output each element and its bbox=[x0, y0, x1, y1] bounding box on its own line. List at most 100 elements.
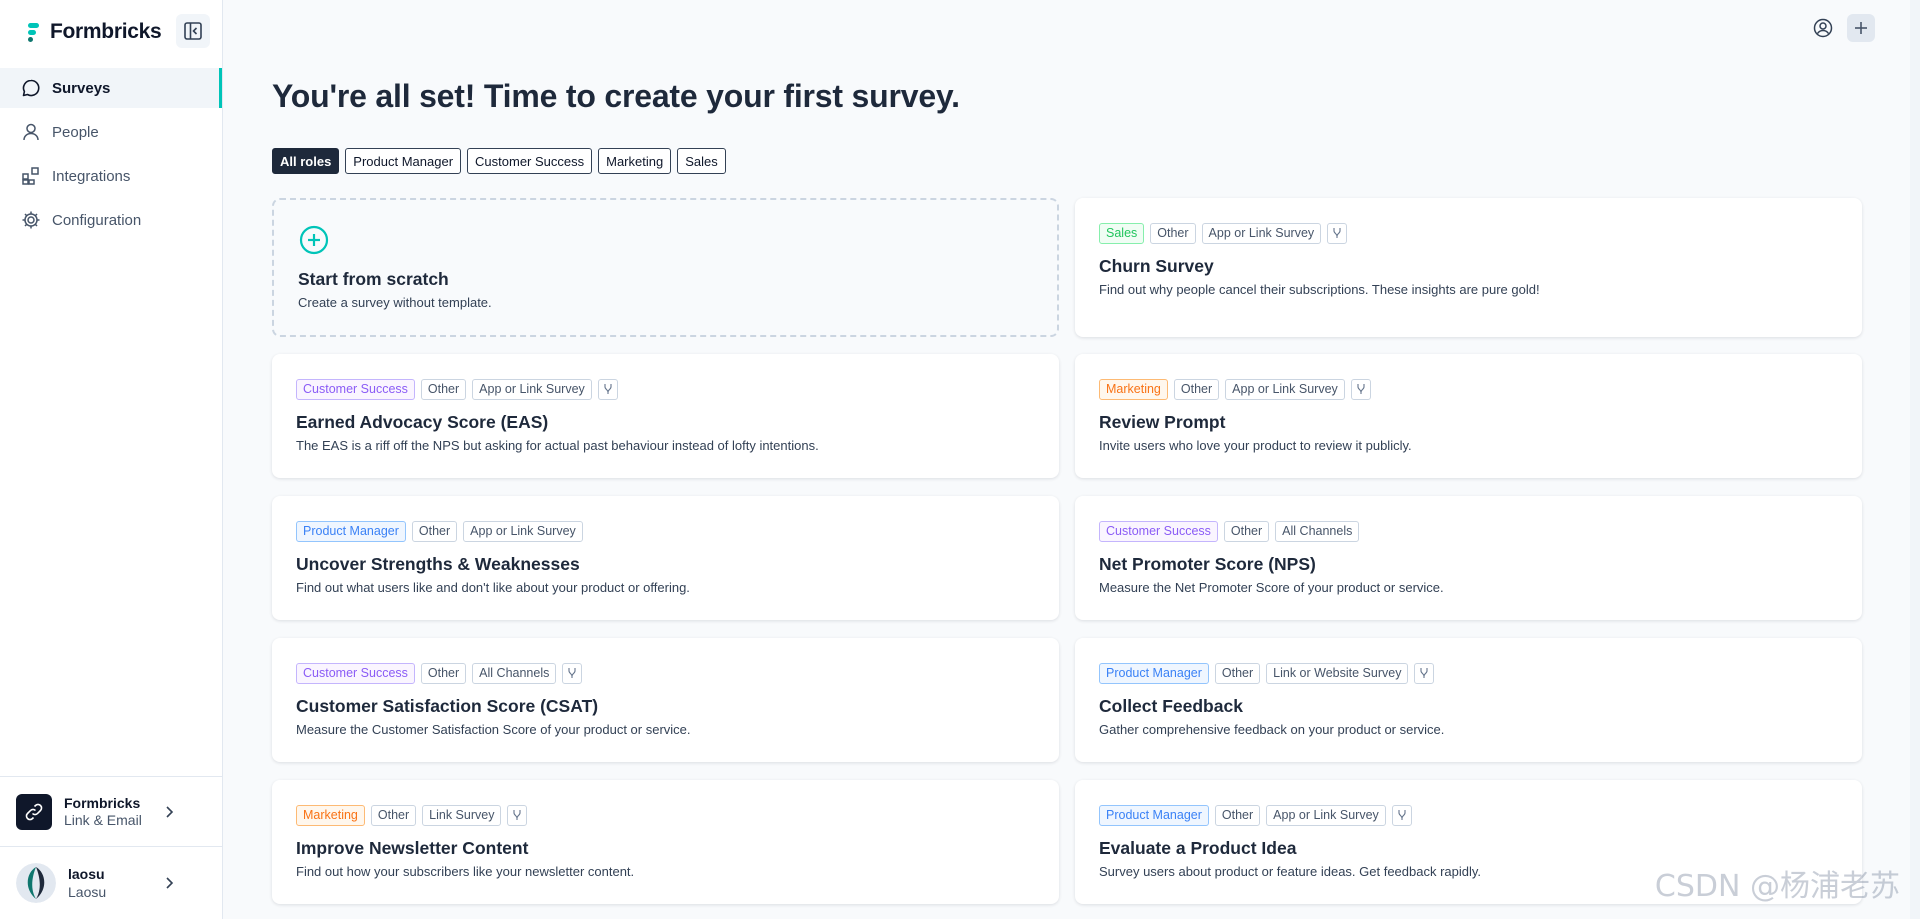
tag-role: Marketing bbox=[296, 804, 365, 826]
sidebar-item-integrations[interactable]: Integrations bbox=[0, 156, 222, 196]
link-icon bbox=[16, 793, 52, 830]
card-desc: Create a survey without template. bbox=[298, 295, 492, 310]
card-title: Collect Feedback bbox=[1099, 696, 1243, 716]
card-title: Review Prompt bbox=[1099, 412, 1226, 432]
filter-all-roles[interactable]: All roles bbox=[272, 148, 340, 174]
card-title: Uncover Strengths & Weaknesses bbox=[296, 554, 580, 574]
tag-channel: All Channels bbox=[1275, 520, 1360, 542]
template-card[interactable]: Product Manager Other Link or Website Su… bbox=[1075, 638, 1862, 762]
tag-role: Product Manager bbox=[1099, 662, 1209, 684]
template-card[interactable]: Customer Success Other All Channels Cust… bbox=[272, 638, 1059, 762]
card-title: Churn Survey bbox=[1099, 256, 1214, 276]
tag-role: Product Manager bbox=[1099, 804, 1209, 826]
card-title: Evaluate a Product Idea bbox=[1099, 838, 1297, 858]
tag-industry: Other bbox=[420, 662, 467, 684]
filter-customer-success[interactable]: Customer Success bbox=[467, 148, 593, 174]
sidebar-item-label: People bbox=[52, 123, 99, 141]
tag-channel: App or Link Survey bbox=[1225, 378, 1345, 400]
tag-channel: App or Link Survey bbox=[463, 520, 583, 542]
environment-name: Formbricks bbox=[64, 795, 141, 811]
scrollbar[interactable] bbox=[1910, 0, 1920, 919]
tag-industry: Other bbox=[1214, 804, 1261, 826]
template-card[interactable]: Customer Success Other All Channels Net … bbox=[1075, 496, 1862, 620]
tag-channel: All Channels bbox=[472, 662, 557, 684]
environment-switcher[interactable]: Formbricks Link & Email bbox=[0, 776, 222, 846]
card-desc: The EAS is a riff off the NPS but asking… bbox=[296, 438, 819, 453]
filter-product-manager[interactable]: Product Manager bbox=[345, 148, 462, 174]
template-card[interactable]: Marketing Other App or Link Survey Revie… bbox=[1075, 354, 1862, 478]
tag-industry: Other bbox=[370, 804, 417, 826]
tag-industry: Other bbox=[411, 520, 458, 542]
card-desc: Find out how your subscribers like your … bbox=[296, 864, 635, 879]
watermark: CSDN @杨浦老苏 bbox=[1654, 869, 1900, 904]
start-from-scratch-card[interactable]: Start from scratch Create a survey witho… bbox=[272, 198, 1059, 337]
branching-icon bbox=[597, 378, 618, 400]
tag-role: Sales bbox=[1099, 222, 1145, 244]
message-circle-icon bbox=[20, 77, 42, 99]
user-circle-icon bbox=[1813, 18, 1833, 38]
sidebar-item-people[interactable]: People bbox=[0, 112, 222, 152]
filter-marketing[interactable]: Marketing bbox=[598, 148, 672, 174]
user-menu[interactable]: laosu Laosu bbox=[0, 846, 222, 919]
sidebar-item-label: Surveys bbox=[52, 79, 111, 97]
tag-channel: Link or Website Survey bbox=[1266, 662, 1409, 684]
branching-icon bbox=[1350, 378, 1371, 400]
create-button[interactable] bbox=[1847, 14, 1875, 42]
user-org: Laosu bbox=[68, 884, 107, 900]
tag-channel: Link Survey bbox=[422, 804, 502, 826]
account-button[interactable] bbox=[1809, 14, 1837, 42]
top-actions bbox=[1809, 14, 1875, 42]
template-card[interactable]: Product Manager Other App or Link Survey… bbox=[272, 496, 1059, 620]
sidebar: Formbricks Surveys People Integrations C… bbox=[0, 0, 223, 919]
sidebar-nav: Surveys People Integrations Configuratio… bbox=[0, 68, 222, 244]
card-title: Improve Newsletter Content bbox=[296, 838, 529, 858]
tag-channel: App or Link Survey bbox=[1201, 222, 1322, 244]
tag-industry: Other bbox=[1173, 378, 1220, 400]
chevron-right-icon bbox=[166, 877, 174, 889]
branching-icon bbox=[562, 662, 583, 684]
filter-sales[interactable]: Sales bbox=[677, 148, 726, 174]
branching-icon bbox=[507, 804, 528, 826]
page-title: You're all set! Time to create your firs… bbox=[272, 78, 960, 114]
card-desc: Find out what users like and don't like … bbox=[296, 580, 690, 595]
blocks-icon bbox=[20, 165, 42, 187]
card-desc: Invite users who love your product to re… bbox=[1099, 438, 1412, 453]
collapse-sidebar-button[interactable] bbox=[176, 14, 210, 48]
user-name: laosu bbox=[68, 866, 105, 882]
sidebar-item-configuration[interactable]: Configuration bbox=[0, 200, 222, 240]
template-card[interactable]: Sales Other App or Link Survey Churn Sur… bbox=[1075, 198, 1862, 337]
card-desc: Measure the Customer Satisfaction Score … bbox=[296, 722, 691, 737]
tag-role: Product Manager bbox=[296, 520, 406, 542]
card-desc: Gather comprehensive feedback on your pr… bbox=[1099, 722, 1445, 737]
tag-role: Customer Success bbox=[296, 378, 415, 400]
chevron-right-icon bbox=[166, 805, 174, 818]
tag-role: Customer Success bbox=[296, 662, 415, 684]
tag-industry: Other bbox=[420, 378, 467, 400]
brand-name: Formbricks bbox=[50, 20, 162, 43]
plus-icon bbox=[1855, 22, 1867, 34]
sidebar-item-label: Integrations bbox=[52, 167, 131, 185]
card-title: Earned Advocacy Score (EAS) bbox=[296, 412, 549, 432]
gear-icon bbox=[20, 209, 42, 231]
tag-role: Customer Success bbox=[1099, 520, 1218, 542]
formbricks-logo-icon bbox=[26, 21, 42, 43]
template-card[interactable]: Customer Success Other App or Link Surve… bbox=[272, 354, 1059, 478]
sidebar-item-label: Configuration bbox=[52, 211, 142, 229]
tag-industry: Other bbox=[1214, 662, 1261, 684]
branching-icon bbox=[1391, 804, 1412, 826]
sidebar-item-surveys[interactable]: Surveys bbox=[0, 68, 222, 108]
tag-role: Marketing bbox=[1099, 378, 1168, 400]
user-icon bbox=[20, 121, 42, 143]
role-filters: All roles Product Manager Customer Succe… bbox=[272, 148, 726, 174]
tag-industry: Other bbox=[1150, 222, 1196, 244]
template-card[interactable]: Marketing Other Link Survey Improve News… bbox=[272, 780, 1059, 904]
card-title: Customer Satisfaction Score (CSAT) bbox=[296, 696, 599, 716]
card-title: Start from scratch bbox=[298, 269, 449, 289]
tag-industry: Other bbox=[1223, 520, 1270, 542]
card-desc: Find out why people cancel their subscri… bbox=[1099, 282, 1540, 297]
card-title: Net Promoter Score (NPS) bbox=[1099, 554, 1316, 574]
card-desc: Measure the Net Promoter Score of your p… bbox=[1099, 580, 1444, 595]
avatar bbox=[16, 863, 56, 903]
brand[interactable]: Formbricks bbox=[26, 20, 162, 44]
tag-channel: App or Link Survey bbox=[1266, 804, 1386, 826]
